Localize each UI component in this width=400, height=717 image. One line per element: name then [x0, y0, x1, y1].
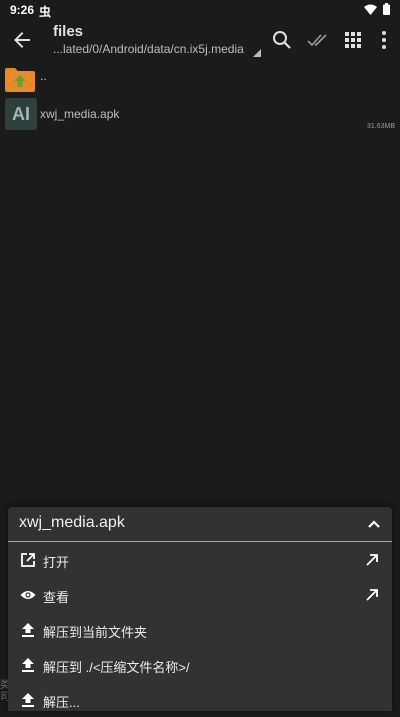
- toolbar: files ...lated/0/Android/data/cn.ix5j.me…: [0, 20, 400, 60]
- menu-item-view[interactable]: 查看: [8, 577, 392, 612]
- sheet-title: xwj_media.apk: [19, 514, 125, 531]
- menu-label: 解压到 ./<压缩文件名称>/: [43, 660, 190, 675]
- current-path[interactable]: ...lated/0/Android/data/cn.ix5j.media: [53, 42, 244, 56]
- menu-item-extract-ellipsis[interactable]: 解压...: [8, 682, 392, 717]
- parent-dir-label: ..: [40, 69, 47, 83]
- grid-view-icon[interactable]: [341, 28, 365, 52]
- menu-item-extract-to-folder[interactable]: 解压到 ./<压缩文件名称>/: [8, 647, 392, 682]
- arrow-up-right-icon: [366, 589, 378, 601]
- open-external-icon: [21, 553, 35, 567]
- file-size: 31.63MB: [366, 123, 395, 130]
- folder-up-icon: [5, 68, 35, 92]
- bug-icon: 虫: [39, 5, 52, 19]
- battery-icon: [383, 3, 390, 15]
- status-bar: 9:26 虫: [0, 0, 400, 20]
- upload-icon: [22, 623, 34, 637]
- list-item-parent-dir[interactable]: ..: [0, 60, 400, 96]
- search-icon[interactable]: [270, 28, 294, 52]
- more-vert-icon[interactable]: [372, 28, 396, 52]
- path-dropdown-icon[interactable]: [253, 49, 261, 57]
- check-all-icon[interactable]: [306, 28, 330, 52]
- page-title: files: [53, 23, 84, 40]
- menu-label: 解压到当前文件夹: [43, 625, 148, 640]
- menu-label: 查看: [43, 590, 70, 605]
- apk-file-icon: AI: [5, 98, 37, 130]
- upload-icon: [22, 658, 34, 672]
- status-time: 9:26: [10, 3, 35, 17]
- menu-item-open[interactable]: 打开: [8, 542, 392, 577]
- list-item-apk[interactable]: AI xwj_media.apk 31.63MB: [0, 96, 400, 136]
- upload-icon: [22, 693, 34, 707]
- bottom-sheet: xwj_media.apk 打开 查看 解压到当前文件夹 解压到 ./<压缩文件…: [8, 507, 392, 711]
- eye-icon: [20, 591, 36, 599]
- wifi-icon: [364, 4, 377, 15]
- menu-label: 打开: [43, 555, 70, 570]
- chevron-up-icon[interactable]: [366, 516, 382, 532]
- file-name: xwj_media.apk: [40, 107, 120, 121]
- menu-label: 解压...: [43, 695, 80, 710]
- back-icon[interactable]: [10, 28, 34, 52]
- menu-item-extract-here[interactable]: 解压到当前文件夹: [8, 612, 392, 647]
- sheet-header[interactable]: xwj_media.apk: [8, 507, 392, 541]
- status-icons: [364, 3, 390, 15]
- arrow-up-right-icon: [366, 554, 378, 566]
